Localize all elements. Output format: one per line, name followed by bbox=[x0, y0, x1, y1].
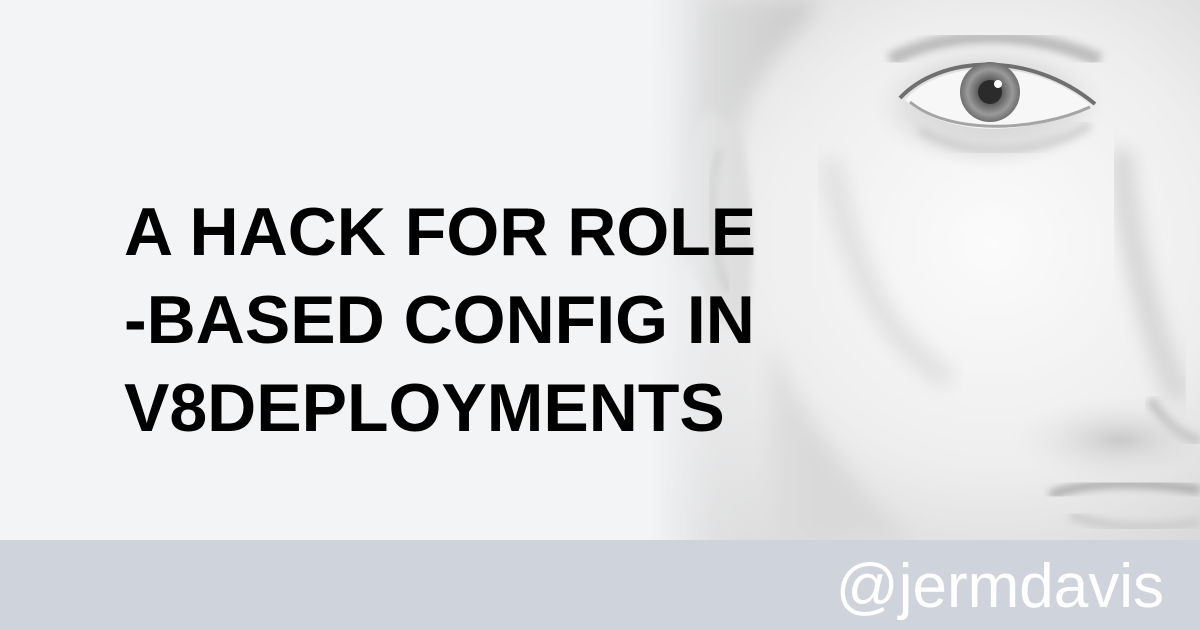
title-line: -BASED CONFIG IN bbox=[124, 282, 755, 358]
footer-bar: @jermdavis bbox=[0, 540, 1200, 630]
social-card: A HACK FOR ROLE -BASED CONFIG IN V8DEPLO… bbox=[0, 0, 1200, 630]
title-line: V8DEPLOYMENTS bbox=[124, 370, 725, 446]
author-handle: @jermdavis bbox=[835, 552, 1164, 621]
page-title: A HACK FOR ROLE -BASED CONFIG IN V8DEPLO… bbox=[124, 188, 884, 452]
title-line: A HACK FOR ROLE bbox=[124, 194, 757, 270]
